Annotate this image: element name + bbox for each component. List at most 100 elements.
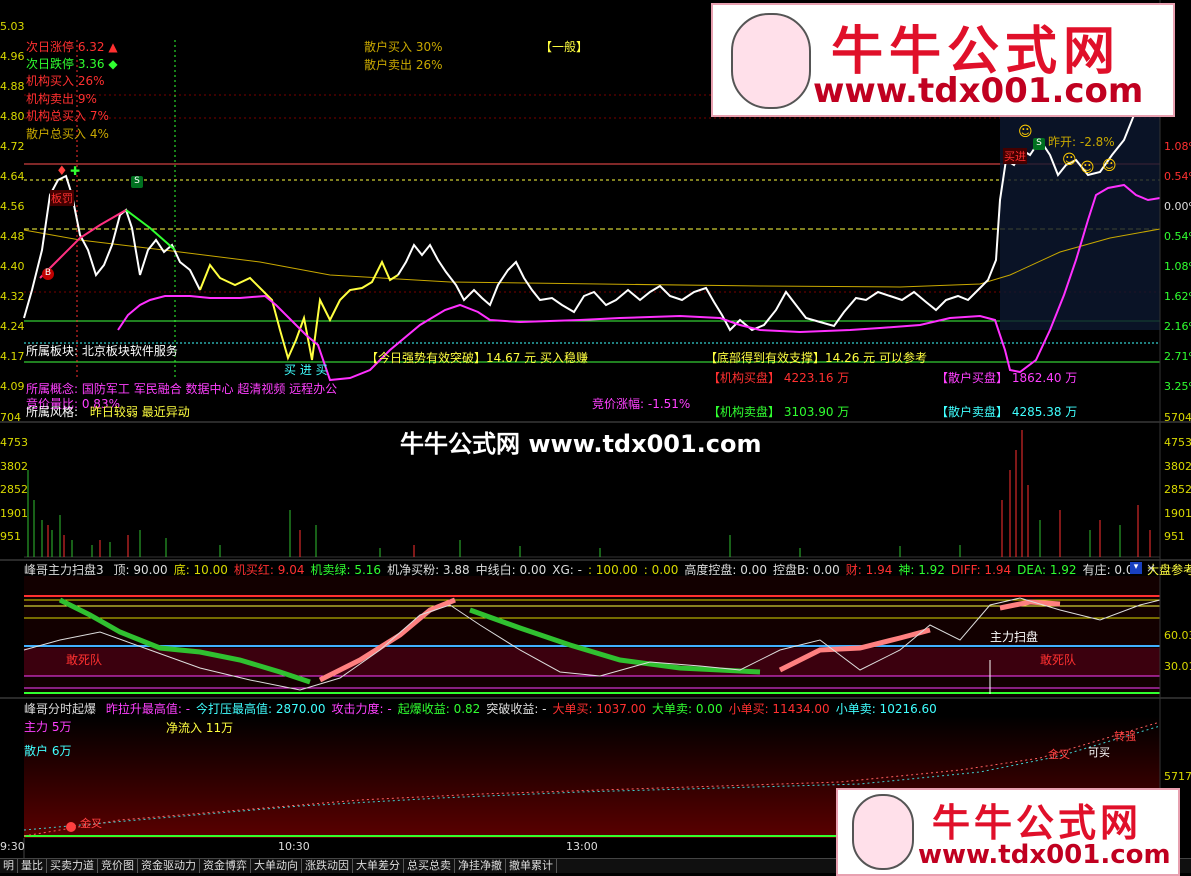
price-axis-label: 4.24 xyxy=(0,320,25,333)
time-axis-label: 10:30 xyxy=(278,840,310,853)
price-axis-label: 4.64 xyxy=(0,170,25,183)
watermark: 牛牛公式网 www.tdx001.com xyxy=(400,430,762,458)
info-retail-buy: 散户买入 30% xyxy=(364,40,443,54)
tab-item[interactable]: 撤单累计 xyxy=(506,859,557,873)
buy-tip: 买 进 买 xyxy=(284,363,328,377)
price-axis-label: 4.56 xyxy=(0,200,25,213)
vol-axis-label: 1901 xyxy=(0,507,28,520)
tab-item[interactable]: 资金驱动力 xyxy=(138,859,200,873)
logo-bottom: 牛牛公式网 www.tdx001.com xyxy=(836,788,1180,876)
tab-item[interactable]: 涨跌动因 xyxy=(302,859,353,873)
strong-breakout: 【今日强势有效突破】14.67 元 买入稳赚 xyxy=(366,351,588,365)
osc-axis-label: 30.01 xyxy=(1164,660,1191,673)
tab-item[interactable]: 总买总卖 xyxy=(404,859,455,873)
can-buy-label: 可买 xyxy=(1088,746,1110,759)
price-axis-label: 4.80 xyxy=(0,110,25,123)
price-axis-label: 4.09 xyxy=(0,380,25,393)
smiley-icon: ☺ xyxy=(1080,160,1095,176)
label-buyer: 买进 xyxy=(1003,148,1027,164)
close-icon[interactable]: × xyxy=(1146,561,1156,575)
pct-axis-label: 1.08% xyxy=(1164,260,1191,273)
vol-axis-label: 951 xyxy=(0,530,21,543)
time-axis-label: 13:00 xyxy=(566,840,598,853)
auction-amplitude: 竞价涨幅: -1.51% xyxy=(592,397,691,411)
vol-axis-label: 704 xyxy=(0,411,21,424)
pct-axis-label: 2.71% xyxy=(1164,350,1191,363)
indicator1-header: 峰哥主力扫盘3 顶: 90.00 底: 10.00 机买红: 9.04 机卖绿: 5.… xyxy=(24,563,1191,577)
tab-item[interactable]: 明 xyxy=(0,859,18,873)
turn-strong-label: 转强 xyxy=(1114,730,1136,743)
diamond-icon: ♦ xyxy=(56,164,68,179)
pct-axis-label: 0.54% xyxy=(1164,170,1191,183)
vol-axis-label: 2852 xyxy=(0,483,28,496)
info-next-limit-down: 次日跌停 3.36 ◆ xyxy=(26,57,118,71)
pct-axis-label: 3.25% xyxy=(1164,380,1191,393)
vol-axis-label: 3802 xyxy=(0,460,28,473)
logo-top: 牛牛公式网 www.tdx001.com xyxy=(711,3,1175,117)
sell-signal-icon: S xyxy=(1033,138,1045,150)
price-axis-label: 4.88 xyxy=(0,80,25,93)
info-inst-total: 机构总买入 7% xyxy=(26,109,109,123)
info-retail-sell: 散户卖出 26% xyxy=(364,58,443,72)
flow-axis-label: 5717 xyxy=(1164,770,1191,783)
info-next-limit-up: 次日涨停 6.32 ▲ xyxy=(26,40,118,54)
time-axis-label: 9:30 xyxy=(0,840,25,853)
cow-mascot-icon xyxy=(731,13,811,109)
vol-axis-label: 4753 xyxy=(0,436,28,449)
vol-axis-label: 2852 xyxy=(1164,483,1191,496)
cow-mascot-icon xyxy=(852,794,914,870)
price-axis-label: 4.40 xyxy=(0,260,25,273)
tab-item[interactable]: 资金博弈 xyxy=(200,859,251,873)
main-sweep-label: 主力扫盘 xyxy=(990,630,1039,644)
pct-axis-label: 0.54% xyxy=(1164,230,1191,243)
indicator2-header: 峰哥分时起爆 昨拉升最高值: - 今打压最高值: 2870.00 攻击力度: - 起爆… xyxy=(24,702,937,716)
vol-axis-label: 5704 xyxy=(1164,411,1191,424)
price-axis-label: 4.32 xyxy=(0,290,25,303)
info-retail-total: 散户总买入 4% xyxy=(26,127,109,141)
tab-item[interactable]: 大单动向 xyxy=(251,859,302,873)
retail-buy-amount: 【散户买盘】 1862.40 万 xyxy=(936,371,1078,385)
golden-cross-label: 金叉 xyxy=(1048,748,1070,761)
net-inflow: 净流入 11万 xyxy=(166,721,234,735)
bottom-support: 【底部得到有效支撑】14.26 元 可以参考 xyxy=(705,351,927,365)
pct-axis-label: 1.62% xyxy=(1164,290,1191,303)
tag-general: 【一般】 xyxy=(540,40,589,54)
tab-item[interactable]: 量比 xyxy=(18,859,47,873)
vol-axis-label: 4753 xyxy=(1164,436,1191,449)
smiley-icon: ☺ xyxy=(1102,158,1117,174)
main-force-amount: 主力 5万 xyxy=(24,720,72,734)
dead-squad-label: 敢死队 xyxy=(1040,653,1077,667)
yesterday-open: 昨开: -2.8% xyxy=(1048,135,1115,149)
tab-item[interactable]: 竞价图 xyxy=(98,859,138,873)
sector-info: 所属板块: 北京板块软件服务 xyxy=(26,344,178,358)
arrow-up-icon: ✚ xyxy=(70,164,81,178)
pct-axis-label: 1.08% xyxy=(1164,140,1191,153)
collapse-dropdown-icon[interactable]: ▾ xyxy=(1130,562,1142,574)
golden-cross-label: 金叉 xyxy=(80,817,102,830)
retail-amount: 散户 6万 xyxy=(24,744,72,758)
volume-bars xyxy=(27,470,1121,557)
tab-item[interactable]: 大单差分 xyxy=(353,859,404,873)
price-axis-label: 4.96 xyxy=(0,50,25,63)
label-bankao: 板罚 xyxy=(50,190,74,206)
tab-item[interactable]: 净挂净撤 xyxy=(455,859,506,873)
vol-axis-label: 951 xyxy=(1164,530,1185,543)
golden-cross-icon xyxy=(66,822,76,832)
info-inst-sell: 机构卖出 9% xyxy=(26,92,97,106)
vol-axis-label: 3802 xyxy=(1164,460,1191,473)
pct-axis-label: 2.16% xyxy=(1164,320,1191,333)
price-axis-label: 4.48 xyxy=(0,230,25,243)
buy-signal-icon: B xyxy=(42,268,54,280)
vol-axis-label: 1901 xyxy=(1164,507,1191,520)
style-info: 所属风格: 昨日较弱 最近异动 xyxy=(26,405,190,419)
info-inst-buy: 机构买入 26% xyxy=(26,74,105,88)
pct-axis-label: 0.00% xyxy=(1164,200,1191,213)
smiley-icon: ☺ xyxy=(1062,152,1077,168)
osc-axis-label: 60.03 xyxy=(1164,629,1191,642)
tab-item[interactable]: 买卖力道 xyxy=(47,859,98,873)
inst-sell-amount: 【机构卖盘】 3103.90 万 xyxy=(708,405,850,419)
sell-signal-icon: S xyxy=(131,176,143,188)
inst-buy-amount: 【机构买盘】 4223.16 万 xyxy=(708,371,850,385)
dead-squad-label: 敢死队 xyxy=(66,653,103,667)
price-axis-label: 4.17 xyxy=(0,350,25,363)
